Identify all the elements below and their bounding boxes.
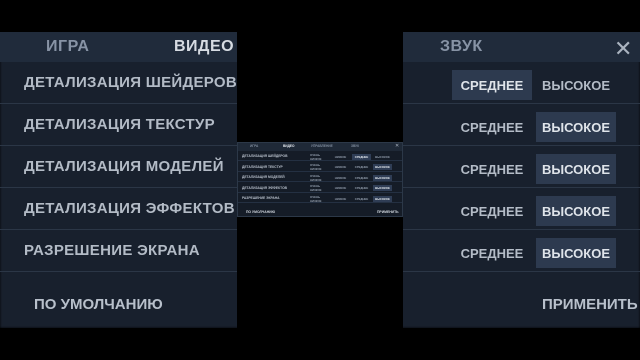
- bg-row-label: ДЕТАЛИЗАЦИЯ ЭФФЕКТОВ: [24, 200, 235, 217]
- close-icon[interactable]: ✕: [395, 143, 399, 149]
- setting-label: РАЗРЕШЕНИЕ ЭКРАНА: [242, 196, 280, 200]
- bg-option-medium: СРЕДНЕЕ: [460, 119, 524, 135]
- setting-option-button[interactable]: НИЗКОЕ: [331, 175, 350, 181]
- bg-apply-label: ПРИМЕНИТЬ: [542, 296, 638, 313]
- bg-option-medium: СРЕДНЕЕ: [460, 245, 524, 261]
- tab-video[interactable]: ВИДЕО: [283, 144, 294, 148]
- bg-option-high: ВЫСОКОЕ: [541, 77, 610, 93]
- setting-option-button[interactable]: СРЕДНЕЕ: [352, 185, 371, 191]
- tab-controls[interactable]: УПРАВЛЕНИЕ: [311, 144, 333, 148]
- setting-option-button[interactable]: НИЗКОЕ: [331, 185, 350, 191]
- setting-option-button[interactable]: НИЗКОЕ: [331, 196, 350, 202]
- bg-row-label: ДЕТАЛИЗАЦИЯ ТЕКСТУР: [24, 116, 215, 133]
- setting-option-button[interactable]: ВЫСОКОЕ: [373, 195, 392, 202]
- setting-row: РАЗРЕШЕНИЕ ЭКРАНА ОЧЕНЬ НИЗКОЕ НИЗКОЕ СРЕДН…: [238, 194, 402, 203]
- settings-modal: ИГРА ВИДЕО УПРАВЛЕНИЕ ЗВУК ✕ ДЕТАЛИЗАЦИЯ…: [237, 142, 403, 217]
- setting-option-button[interactable]: ВЫСОКОЕ: [373, 154, 392, 160]
- letterbox-bottom: [0, 328, 640, 360]
- bg-option-medium: СРЕДНЕЕ: [452, 70, 532, 100]
- setting-option-button[interactable]: СРЕДНЕЕ: [352, 164, 371, 170]
- setting-label: ДЕТАЛИЗАЦИЯ ЭФФЕКТОВ: [242, 185, 288, 190]
- setting-label: ДЕТАЛИЗАЦИЯ ШЕЙДЕРОВ: [242, 154, 288, 158]
- setting-option-button[interactable]: ОЧЕНЬ НИЗКОЕ: [310, 174, 329, 182]
- letterbox-top: [0, 0, 640, 32]
- setting-option-button[interactable]: ВЫСОКОЕ: [373, 164, 392, 170]
- bg-option-medium: СРЕДНЕЕ: [460, 161, 524, 177]
- apply-button[interactable]: ПРИМЕНИТЬ: [377, 210, 399, 214]
- bg-row-label: РАЗРЕШЕНИЕ ЭКРАНА: [24, 242, 200, 259]
- setting-option-button[interactable]: СРЕДНЕЕ: [352, 196, 371, 202]
- setting-option-button[interactable]: ОЧЕНЬ НИЗКОЕ: [310, 163, 329, 171]
- setting-label: ДЕТАЛИЗАЦИЯ ТЕКСТУР: [242, 164, 283, 169]
- setting-option-button[interactable]: НИЗКОЕ: [331, 164, 350, 170]
- setting-option-button[interactable]: СРЕДНЕЕ: [352, 175, 371, 181]
- setting-option-button[interactable]: НИЗКОЕ: [331, 154, 350, 160]
- setting-option-button[interactable]: ВЫСОКОЕ: [373, 185, 392, 191]
- reset-defaults-button[interactable]: ПО УМОЛЧАНИЮ: [246, 210, 275, 214]
- bg-option-high: ВЫСОКОЕ: [536, 154, 616, 184]
- setting-option-button[interactable]: ВЫСОКОЕ: [373, 174, 392, 181]
- tab-sound[interactable]: ЗВУК: [351, 144, 359, 148]
- setting-row: ДЕТАЛИЗАЦИЯ МОДЕЛЕЙ ОЧЕНЬ НИЗКОЕ НИЗКОЕ СРЕ…: [238, 173, 402, 182]
- setting-option-button[interactable]: СРЕДНЕЕ: [352, 153, 371, 160]
- bg-tab-video: ВИДЕО: [174, 38, 235, 55]
- bg-option-high: ВЫСОКОЕ: [536, 238, 616, 268]
- bg-close-icon: ✕: [614, 36, 633, 61]
- tab-game[interactable]: ИГРА: [250, 144, 258, 148]
- bg-reset-label: ПО УМОЛЧАНИЮ: [34, 296, 163, 313]
- setting-row: ДЕТАЛИЗАЦИЯ ЭФФЕКТОВ ОЧЕНЬ НИЗКОЕ НИЗКОЕ СР…: [238, 184, 402, 193]
- bg-option-high: ВЫСОКОЕ: [536, 196, 616, 226]
- bg-option-high: ВЫСОКОЕ: [536, 112, 616, 142]
- setting-option-button[interactable]: ОЧЕНЬ НИЗКОЕ: [310, 153, 329, 161]
- setting-label: ДЕТАЛИЗАЦИЯ МОДЕЛЕЙ: [242, 175, 285, 179]
- bg-tab-game: ИГРА: [46, 38, 90, 55]
- setting-option-button[interactable]: ОЧЕНЬ НИЗКОЕ: [310, 184, 329, 192]
- setting-option-button[interactable]: ОЧЕНЬ НИЗКОЕ: [310, 195, 329, 203]
- bg-row-label: ДЕТАЛИЗАЦИЯ МОДЕЛЕЙ: [24, 158, 224, 175]
- setting-row: ДЕТАЛИЗАЦИЯ ТЕКСТУР ОЧЕНЬ НИЗКОЕ НИЗКОЕ СРЕ…: [238, 163, 402, 172]
- setting-row: ДЕТАЛИЗАЦИЯ ШЕЙДЕРОВ ОЧЕНЬ НИЗКОЕ НИЗКОЕ СР…: [238, 152, 402, 161]
- bg-row-label: ДЕТАЛИЗАЦИЯ ШЕЙДЕРОВ: [24, 74, 238, 91]
- bg-option-medium: СРЕДНЕЕ: [460, 203, 524, 219]
- bg-tab-sound: ЗВУК: [440, 38, 483, 55]
